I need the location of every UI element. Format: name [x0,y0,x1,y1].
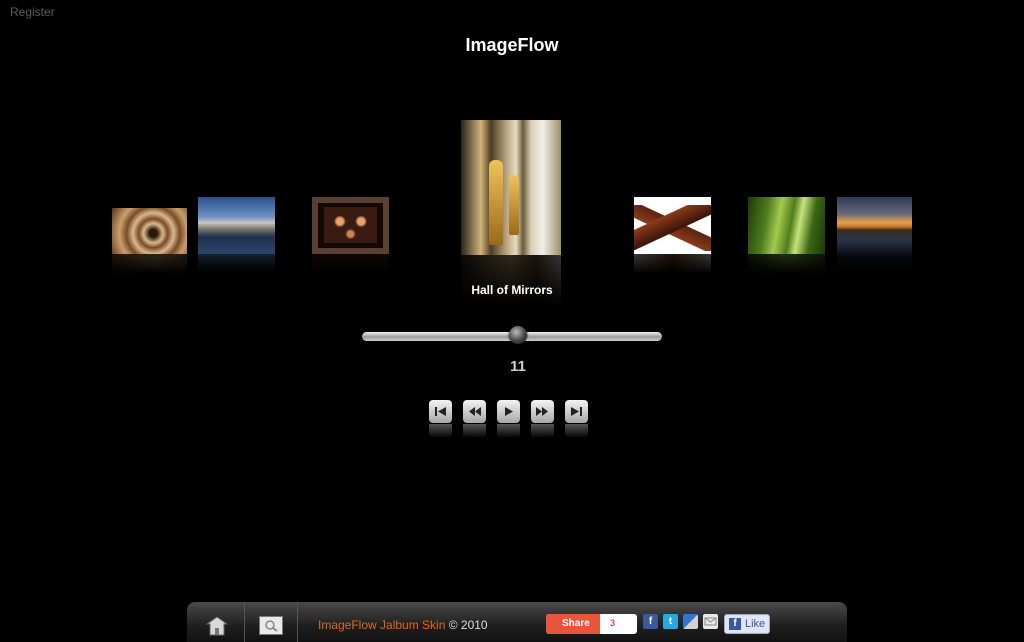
control-reflection [565,424,588,438]
image-caption: Hall of Mirrors [471,283,553,297]
rewind-icon [469,407,481,416]
thumbnail-sunset-lake[interactable] [837,197,912,274]
like-label: Like [745,618,766,630]
skip-back-icon [435,407,446,416]
delicious-icon[interactable] [683,614,698,629]
thumbnail-spiral-staircase[interactable] [112,208,187,274]
twitter-icon[interactable]: t [663,614,678,629]
control-reflection [531,424,554,438]
search-icon[interactable] [259,616,283,635]
last-button[interactable] [565,400,588,423]
play-icon [505,407,513,416]
thumbnail-venice-canal[interactable] [198,197,275,274]
share-label: Share [546,614,600,634]
control-reflection [497,424,520,438]
first-button[interactable] [429,400,452,423]
page-title: ImageFlow [465,35,559,55]
control-reflection [463,424,486,438]
previous-button[interactable] [463,400,486,423]
thumbnail-clock-display[interactable] [312,197,389,274]
thumbnail-eiffel-tower[interactable] [634,197,711,274]
next-button[interactable] [531,400,554,423]
copyright-text: © 2010 [448,618,488,632]
play-button[interactable] [497,400,520,423]
share-count: 3 [610,618,616,628]
footer-divider [297,602,298,642]
footer-credit: ImageFlow Jalbum Skin © 2010 [318,618,488,632]
slider-handle[interactable] [509,326,527,344]
fast-forward-icon [536,407,548,416]
like-button[interactable]: f Like [724,614,770,634]
image-counter: 11 [510,358,526,375]
control-reflection [429,424,452,438]
home-icon[interactable] [206,616,228,636]
register-link[interactable]: Register [10,5,55,19]
credit-link[interactable]: ImageFlow Jalbum Skin [318,618,445,632]
facebook-like-icon: f [729,618,741,630]
email-icon[interactable] [703,614,718,629]
footer-bar: ImageFlow Jalbum Skin © 2010 Share 3 f t… [187,602,847,642]
thumbnail-green-leaf[interactable] [748,197,825,274]
thumbnail-hall-of-mirrors[interactable] [461,120,561,305]
facebook-icon[interactable]: f [643,614,658,629]
footer-divider [244,602,245,642]
share-button[interactable]: Share 3 [546,614,637,634]
skip-forward-icon [571,407,582,416]
